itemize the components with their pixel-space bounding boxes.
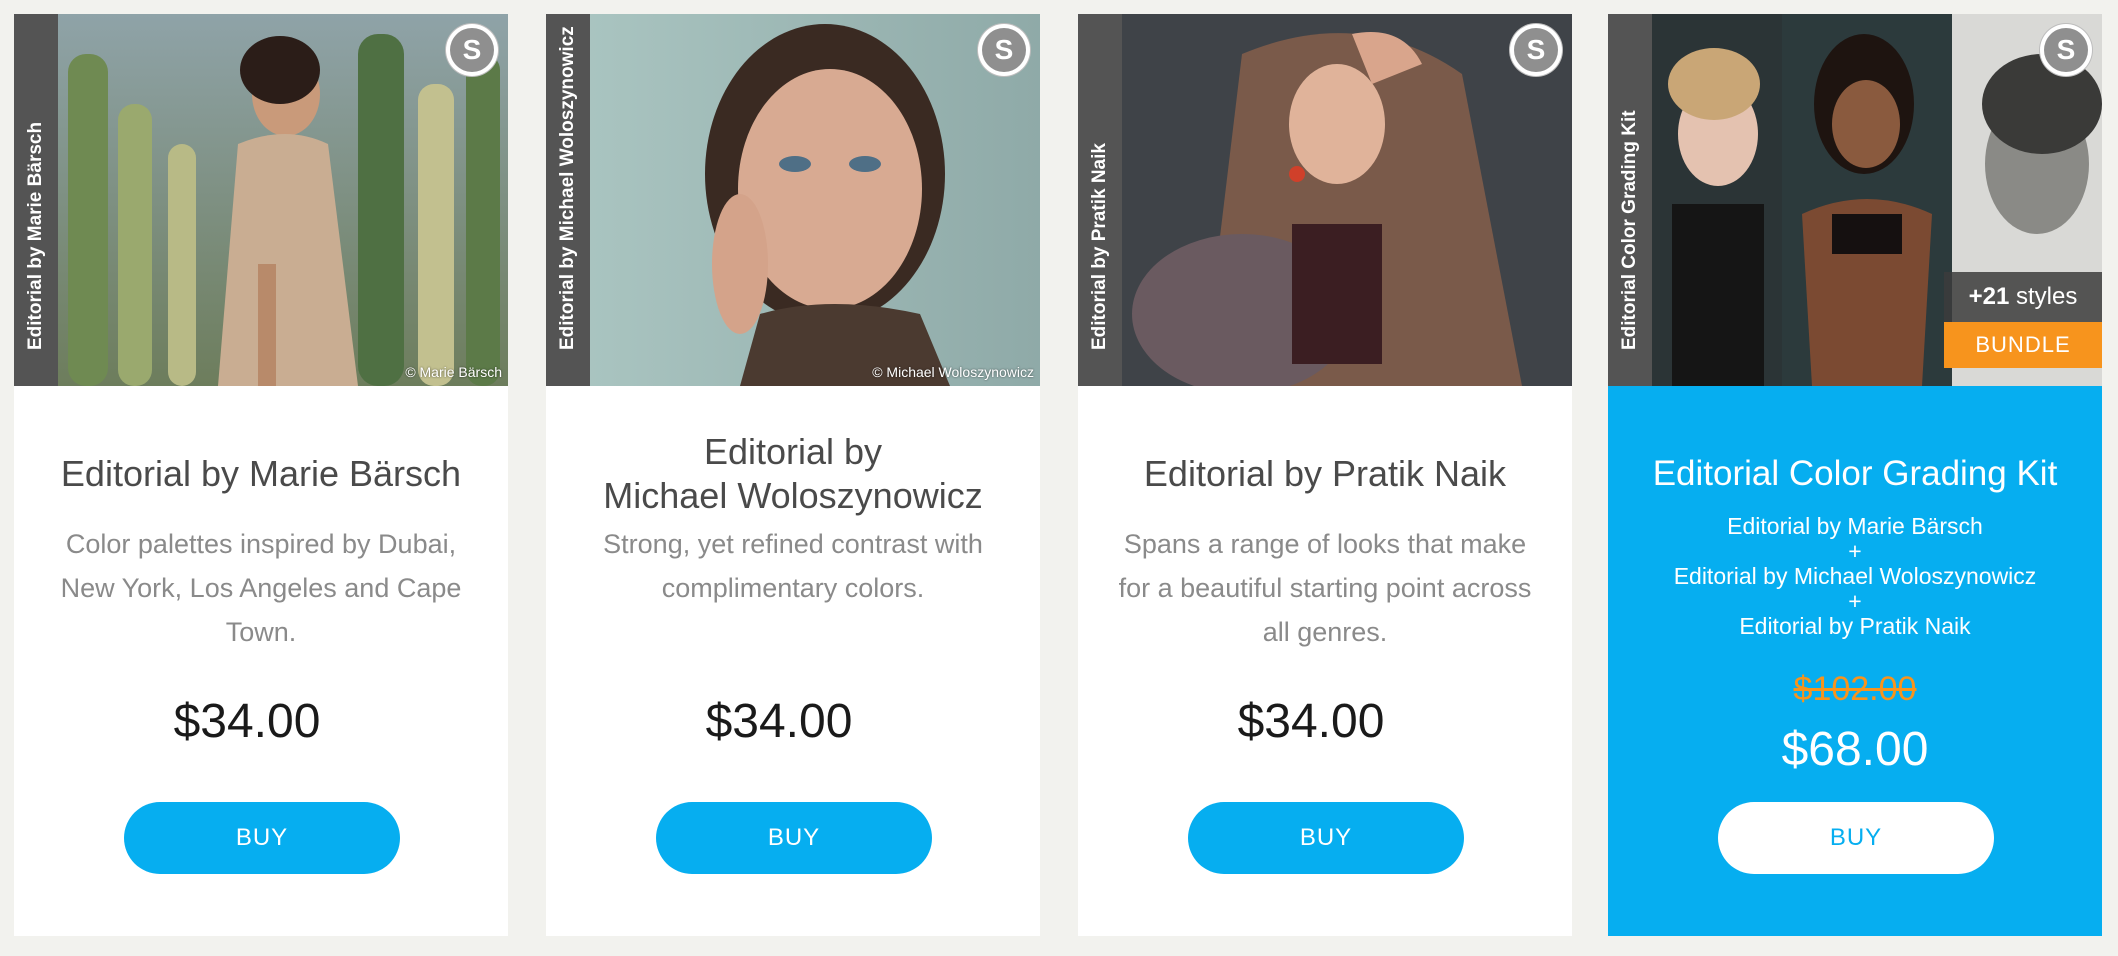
- s-badge-icon: S: [978, 24, 1030, 76]
- vertical-title: Editorial Color Grading Kit: [1619, 110, 1640, 350]
- styles-count-tag: +21 styles: [1944, 272, 2102, 322]
- product-title: Editorial Color Grading Kit: [1652, 454, 2058, 493]
- product-image[interactable]: Editorial by Marie Bärsch S © Marie Bärs…: [14, 14, 508, 386]
- product-price: $34.00: [705, 695, 853, 748]
- model-photo: [58, 14, 508, 386]
- buy-button[interactable]: BUY: [124, 802, 400, 874]
- product-image[interactable]: Editorial by Michael Woloszynowicz S © M…: [546, 14, 1040, 386]
- model-photo: [1122, 14, 1572, 386]
- product-title: Editorial by Pratik Naik: [1143, 453, 1507, 494]
- vertical-title-strip: Editorial by Marie Bärsch: [14, 14, 58, 386]
- bundle-plus: +: [1848, 588, 1862, 614]
- product-title-line-1: Editorial by: [703, 431, 883, 472]
- bundle-item: Editorial by Pratik Naik: [1739, 613, 1971, 639]
- s-badge-icon: S: [2040, 24, 2092, 76]
- vertical-title-strip: Editorial by Michael Woloszynowicz: [546, 14, 590, 386]
- product-card-marie-barsch: Editorial by Marie Bärsch S © Marie Bärs…: [14, 14, 508, 936]
- bundle-price: $68.00: [1781, 723, 1929, 776]
- vertical-title: Editorial by Pratik Naik: [1089, 143, 1110, 350]
- photo-credit: © Marie Bärsch: [405, 364, 502, 380]
- s-badge-icon: S: [446, 24, 498, 76]
- product-title-line-2: Michael Woloszynowicz: [603, 475, 983, 516]
- original-price: $102.00: [1793, 670, 1917, 708]
- product-title: Editorial by Marie Bärsch: [60, 453, 462, 494]
- bundle-contents: Editorial by Marie Bärsch + Editorial by…: [1608, 514, 2102, 639]
- product-price: $34.00: [173, 695, 321, 748]
- vertical-title: Editorial by Marie Bärsch: [25, 121, 46, 350]
- bundle-plus: +: [1848, 538, 1862, 564]
- buy-button[interactable]: BUY: [1188, 802, 1464, 874]
- vertical-title: Editorial by Michael Woloszynowicz: [557, 26, 578, 350]
- product-card-michael-woloszynowicz: Editorial by Michael Woloszynowicz S © M…: [546, 14, 1040, 936]
- product-card-pratik-naik: Editorial by Pratik Naik S Editorial by …: [1078, 14, 1572, 936]
- product-price: $34.00: [1237, 695, 1385, 748]
- vertical-title-strip: Editorial by Pratik Naik: [1078, 14, 1122, 386]
- product-description: Color palettes inspired by Dubai, New Yo…: [60, 529, 462, 647]
- bundle-tag: BUNDLE: [1944, 322, 2102, 368]
- buy-button[interactable]: BUY: [656, 802, 932, 874]
- product-card-bundle: Editorial Color Grading Kit S +21 styles…: [1608, 14, 2102, 936]
- bundle-item: Editorial by Michael Woloszynowicz: [1673, 563, 2037, 589]
- bundle-item: Editorial by Marie Bärsch: [1727, 513, 1983, 539]
- product-description: Strong, yet refined contrast with compli…: [603, 529, 983, 603]
- vertical-title-strip: Editorial Color Grading Kit: [1608, 14, 1652, 386]
- buy-button[interactable]: BUY: [1718, 802, 1994, 874]
- product-description: Spans a range of looks that make for a b…: [1118, 529, 1532, 647]
- model-photo: [590, 14, 1040, 386]
- product-image[interactable]: Editorial by Pratik Naik S: [1078, 14, 1572, 386]
- photo-credit: © Michael Woloszynowicz: [872, 364, 1034, 380]
- s-badge-icon: S: [1510, 24, 1562, 76]
- product-image[interactable]: Editorial Color Grading Kit S +21 styles…: [1608, 14, 2102, 386]
